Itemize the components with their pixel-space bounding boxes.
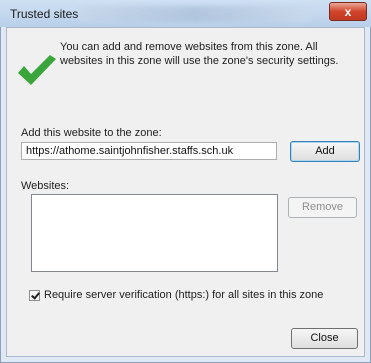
close-button[interactable]: Close: [291, 328, 358, 349]
websites-label: Websites:: [21, 180, 70, 192]
window-close-button[interactable]: x: [329, 2, 367, 21]
websites-list[interactable]: [31, 194, 278, 272]
title-bar[interactable]: Trusted sites x: [0, 0, 371, 27]
green-checkmark-icon: [18, 55, 56, 85]
dialog-window: Trusted sites x You can add and remove w…: [0, 0, 371, 363]
window-title: Trusted sites: [10, 7, 79, 21]
blurred-background-tabs: [80, 6, 310, 22]
https-verification-checkbox[interactable]: [29, 289, 40, 301]
close-icon: x: [344, 5, 352, 19]
https-verification-label: Require server verification (https:) for…: [44, 289, 324, 301]
remove-button[interactable]: Remove: [288, 197, 357, 218]
add-button[interactable]: Add: [290, 141, 360, 162]
website-url-input[interactable]: [21, 142, 277, 160]
https-verification-row[interactable]: Require server verification (https:) for…: [29, 289, 323, 301]
add-site-label: Add this website to the zone:: [21, 127, 162, 139]
zone-info-text: You can add and remove websites from thi…: [60, 41, 339, 67]
